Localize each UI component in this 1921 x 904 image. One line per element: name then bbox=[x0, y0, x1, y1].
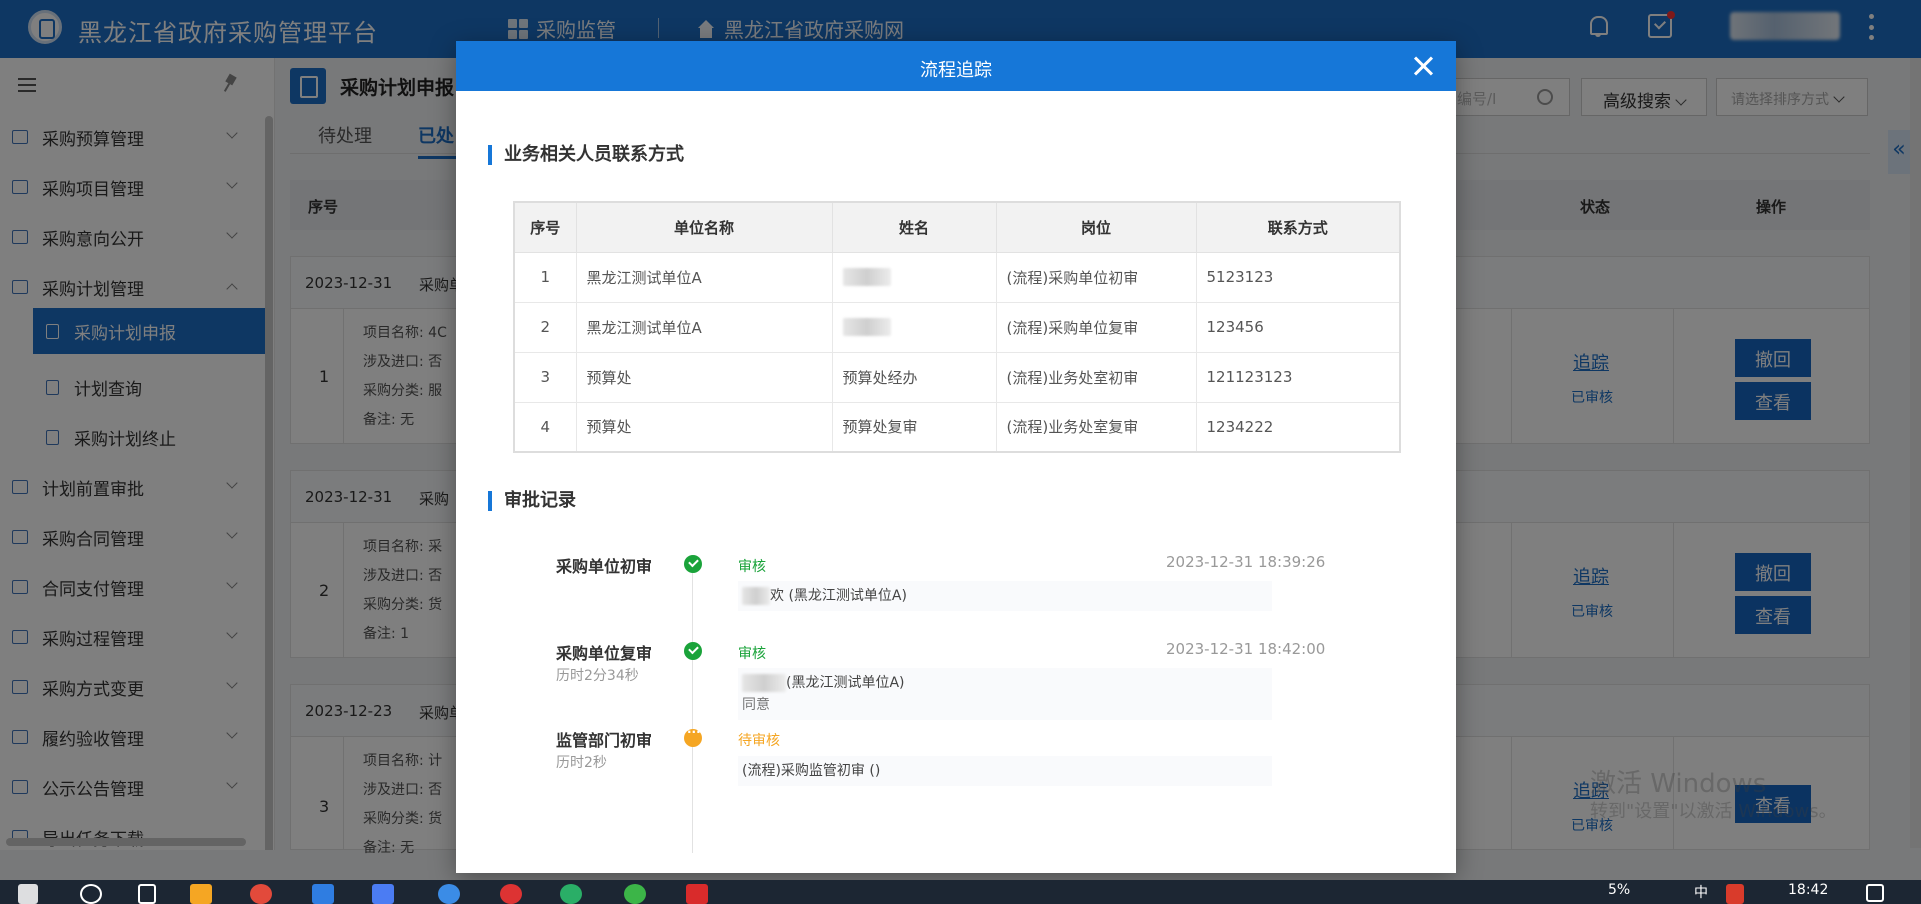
cell-post: (流程)采购单位初审 bbox=[995, 251, 1197, 303]
battery-percent: 5% bbox=[1608, 882, 1631, 898]
approval-time: 2023-12-31 18:42:00 bbox=[1166, 640, 1326, 658]
approval-duration: 历时2分34秒 bbox=[556, 668, 639, 684]
ime-indicator[interactable]: 中 bbox=[1694, 882, 1708, 902]
wps-icon[interactable] bbox=[686, 884, 708, 904]
redacted-name bbox=[842, 268, 891, 287]
app-icon-green[interactable] bbox=[624, 884, 646, 904]
cell-name bbox=[831, 251, 997, 303]
approval-time: 2023-12-31 18:39:26 bbox=[1166, 553, 1326, 571]
approval-detail: (黑龙江测试单位A) 同意 bbox=[738, 668, 1272, 720]
contacts-col-name: 姓名 bbox=[831, 201, 997, 253]
cell-post: (流程)采购单位复审 bbox=[995, 301, 1197, 353]
check-circle-icon bbox=[684, 642, 702, 660]
cell-phone: 1234222 bbox=[1195, 401, 1401, 453]
redacted-person bbox=[742, 587, 770, 605]
approver: (流程)采购监管初审 () bbox=[742, 763, 881, 779]
contacts-row: 2 黑龙江测试单位A (流程)采购单位复审 123456 bbox=[513, 301, 1401, 353]
cell-phone: 123456 bbox=[1195, 301, 1401, 353]
approval-detail: 欢 (黑龙江测试单位A) bbox=[738, 581, 1272, 611]
cell-unit: 黑龙江测试单位A bbox=[575, 301, 833, 353]
cell-no: 3 bbox=[513, 351, 577, 403]
cell-no: 1 bbox=[513, 251, 577, 303]
cell-name: 预算处复审 bbox=[831, 401, 997, 453]
approval-comment: 同意 bbox=[742, 697, 770, 713]
contacts-col-no: 序号 bbox=[513, 201, 577, 253]
approval-step-name: 监管部门初审 bbox=[556, 731, 653, 750]
cell-phone: 5123123 bbox=[1195, 251, 1401, 303]
check-circle-icon bbox=[684, 555, 702, 573]
contacts-row: 1 黑龙江测试单位A (流程)采购单位初审 5123123 bbox=[513, 251, 1401, 303]
contacts-col-post: 岗位 bbox=[995, 201, 1197, 253]
contacts-col-phone: 联系方式 bbox=[1195, 201, 1401, 253]
windows-taskbar: 5% 中 18:42 bbox=[0, 880, 1921, 904]
approval-step-name: 采购单位复审 bbox=[556, 644, 653, 663]
app-icon-feishu[interactable] bbox=[372, 884, 394, 904]
cell-no: 2 bbox=[513, 301, 577, 353]
cell-unit: 黑龙江测试单位A bbox=[575, 251, 833, 303]
redacted-name bbox=[842, 318, 891, 337]
approver: 欢 (黑龙江测试单位A) bbox=[770, 588, 907, 604]
app-icon-photos[interactable] bbox=[500, 884, 522, 904]
approval-detail: (流程)采购监管初审 () bbox=[738, 756, 1272, 786]
timeline-line bbox=[692, 561, 693, 853]
pending-circle-icon bbox=[684, 725, 702, 747]
windows-start-icon[interactable] bbox=[18, 884, 38, 904]
process-tracking-dialog: 流程追踪 业务相关人员联系方式 序号 单位名称 姓名 岗位 联系方式 1 黑龙江… bbox=[456, 41, 1456, 873]
contacts-row: 3 预算处 预算处经办 (流程)业务处室初审 121123123 bbox=[513, 351, 1401, 403]
cell-post: (流程)业务处室初审 bbox=[995, 351, 1197, 403]
redacted-person bbox=[742, 674, 786, 692]
task-view-icon[interactable] bbox=[138, 884, 156, 904]
clock: 18:42 bbox=[1788, 882, 1829, 898]
approval-result: 审核 bbox=[738, 559, 766, 575]
app-icon-blue[interactable] bbox=[312, 884, 334, 904]
app-icon-star[interactable] bbox=[190, 884, 212, 904]
contacts-table: 序号 单位名称 姓名 岗位 联系方式 1 黑龙江测试单位A (流程)采购单位初审… bbox=[513, 201, 1401, 453]
cell-post: (流程)业务处室复审 bbox=[995, 401, 1197, 453]
dialog-title: 流程追踪 bbox=[920, 60, 992, 81]
contacts-header-row: 序号 单位名称 姓名 岗位 联系方式 bbox=[513, 201, 1401, 253]
cell-name: 预算处经办 bbox=[831, 351, 997, 403]
dialog-header: 流程追踪 bbox=[456, 41, 1456, 91]
wechat-icon[interactable] bbox=[560, 884, 582, 904]
approval-step-name: 采购单位初审 bbox=[556, 557, 653, 576]
approver: (黑龙江测试单位A) bbox=[786, 675, 905, 691]
approval-result: 待审核 bbox=[738, 733, 780, 749]
notifications-icon[interactable] bbox=[1866, 884, 1884, 902]
cell-phone: 121123123 bbox=[1195, 351, 1401, 403]
approval-result: 审核 bbox=[738, 646, 766, 662]
cell-name bbox=[831, 301, 997, 353]
chrome-icon[interactable] bbox=[438, 884, 460, 904]
sogou-input-icon[interactable] bbox=[1726, 884, 1744, 904]
contacts-section-title: 业务相关人员联系方式 bbox=[488, 145, 684, 165]
close-icon[interactable] bbox=[1412, 55, 1434, 77]
cell-no: 4 bbox=[513, 401, 577, 453]
search-icon[interactable] bbox=[80, 884, 102, 904]
approval-duration: 历时2秒 bbox=[556, 755, 607, 771]
approval-section-title: 审批记录 bbox=[488, 491, 576, 511]
app-icon-red[interactable] bbox=[250, 884, 272, 904]
contacts-col-unit: 单位名称 bbox=[575, 201, 833, 253]
contacts-row: 4 预算处 预算处复审 (流程)业务处室复审 1234222 bbox=[513, 401, 1401, 453]
cell-unit: 预算处 bbox=[575, 351, 833, 403]
cell-unit: 预算处 bbox=[575, 401, 833, 453]
